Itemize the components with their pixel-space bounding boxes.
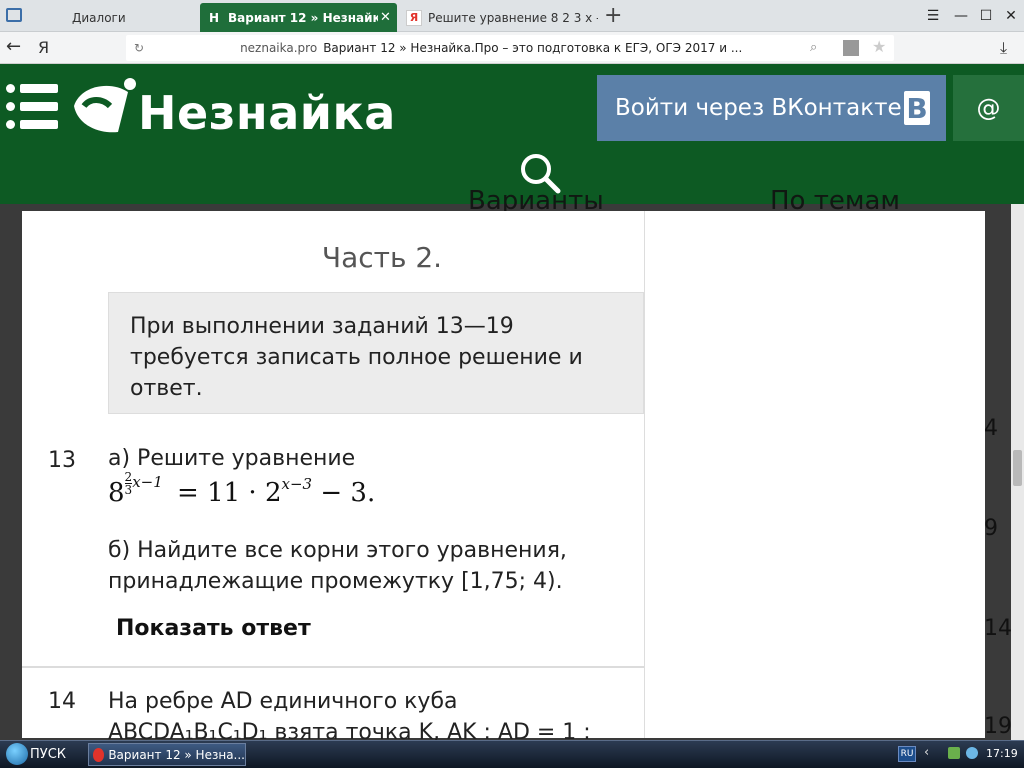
network-icon[interactable] <box>948 747 960 759</box>
right-number: 19 <box>984 714 1012 739</box>
note-line: требуется записать полное решение и <box>130 345 583 370</box>
reload-icon[interactable]: ↻ <box>134 41 144 55</box>
login-vk-button[interactable]: Войти через ВКонтакте <box>597 75 946 141</box>
equation: 8 2 3 x−1 = 11 · 2x−3 − 3. <box>108 471 376 510</box>
neznaika-hat-logo-icon[interactable] <box>70 76 140 138</box>
menu-icon[interactable] <box>6 8 22 22</box>
volume-icon[interactable] <box>966 747 978 759</box>
task-14-line1: На ребре AD единичного куба <box>108 689 458 714</box>
browser-tab-strip: Диалоги H Вариант 12 » Незнайка.П ✕ Я Ре… <box>0 0 1024 32</box>
right-number: 9 <box>984 516 998 541</box>
eq-base: 8 <box>108 478 125 508</box>
language-indicator[interactable]: RU <box>898 746 916 762</box>
task-number: 13 <box>48 448 76 473</box>
taskbar-browser-item[interactable]: Вариант 12 » Незна... <box>88 743 246 766</box>
task-card <box>22 211 644 738</box>
site-logo[interactable]: Незнайка <box>138 86 396 140</box>
tab-label: Решите уравнение 8 2 3 х - <box>428 10 598 25</box>
task-13-part-a: а) Решите уравнение <box>108 446 356 471</box>
login-vk-label: Войти через ВКонтакте <box>615 95 902 121</box>
close-window-icon[interactable]: ✕ <box>1001 6 1021 26</box>
eq-rhs2: − 3. <box>320 478 376 508</box>
downloads-icon[interactable]: ⤓ <box>1000 38 1007 58</box>
tab-equation[interactable]: Я Решите уравнение 8 2 3 х - <box>400 3 600 32</box>
yandex-favicon-icon: Я <box>406 9 422 26</box>
side-panel <box>644 211 985 738</box>
vk-logo-icon: В <box>904 91 930 125</box>
note-line: При выполнении заданий 13—19 <box>130 314 514 339</box>
login-email-button[interactable]: @ <box>953 75 1024 141</box>
tab-label: Диалоги <box>72 10 126 25</box>
task-13-part-b-line1: б) Найдите все корни этого уравнения, <box>108 538 567 563</box>
instructions-note: При выполнении заданий 13—19 требуется з… <box>108 292 644 414</box>
task-13-part-b-line2: принадлежащие промежутку [1,75; 4). <box>108 569 563 594</box>
show-answer-button[interactable]: Показать ответ <box>116 616 311 641</box>
eq-rhs1: = 11 · 2 <box>177 478 282 508</box>
yandex-browser-icon <box>93 747 105 762</box>
neznaika-favicon-icon: H <box>206 9 222 26</box>
protect-icon[interactable] <box>843 40 859 56</box>
scrollbar-thumb[interactable] <box>1013 450 1022 486</box>
task-divider <box>22 666 644 668</box>
new-tab-button[interactable]: + <box>604 3 622 28</box>
tab-active-variant[interactable]: H Вариант 12 » Незнайка.П ✕ <box>200 3 397 32</box>
browser-menu-icon[interactable]: ☰ <box>923 6 943 26</box>
minimize-icon[interactable]: — <box>951 6 971 26</box>
address-bar-row: ← Я ↻ neznaika.pro Вариант 12 » Незнайка… <box>0 32 1024 64</box>
part-title: Часть 2. <box>321 241 443 274</box>
bookmark-star-icon[interactable]: ★ <box>872 37 886 56</box>
tab-dialogs[interactable]: Диалоги <box>30 3 195 32</box>
maximize-icon[interactable]: ☐ <box>976 6 996 26</box>
eq-exp-rest: x−1 <box>132 473 163 491</box>
taskbar-item-label: Вариант 12 » Незна... <box>108 747 245 762</box>
eq-exp2: x−3 <box>281 475 313 493</box>
url-domain: neznaika.pro <box>240 41 318 55</box>
tray-expand-icon[interactable]: ‹ <box>924 745 929 760</box>
right-number: 14 <box>984 616 1012 641</box>
task-number: 14 <box>48 689 76 714</box>
close-tab-icon[interactable]: ✕ <box>380 10 391 25</box>
url-title: Вариант 12 » Незнайка.Про – это подготов… <box>323 41 743 55</box>
right-number: 4 <box>984 416 998 441</box>
start-button[interactable]: ПУСК <box>0 741 80 768</box>
zoom-icon[interactable]: ⌕ <box>810 40 817 55</box>
hamburger-menu-icon[interactable] <box>6 84 58 130</box>
note-line: ответ. <box>130 376 203 401</box>
clock: 17:19 <box>986 747 1018 760</box>
url-field[interactable]: ↻ neznaika.pro Вариант 12 » Незнайка.Про… <box>126 35 894 61</box>
yandex-home-button[interactable]: Я <box>38 38 49 57</box>
tab-label: Вариант 12 » Незнайка.П <box>228 10 378 25</box>
back-button[interactable]: ← <box>6 36 21 57</box>
